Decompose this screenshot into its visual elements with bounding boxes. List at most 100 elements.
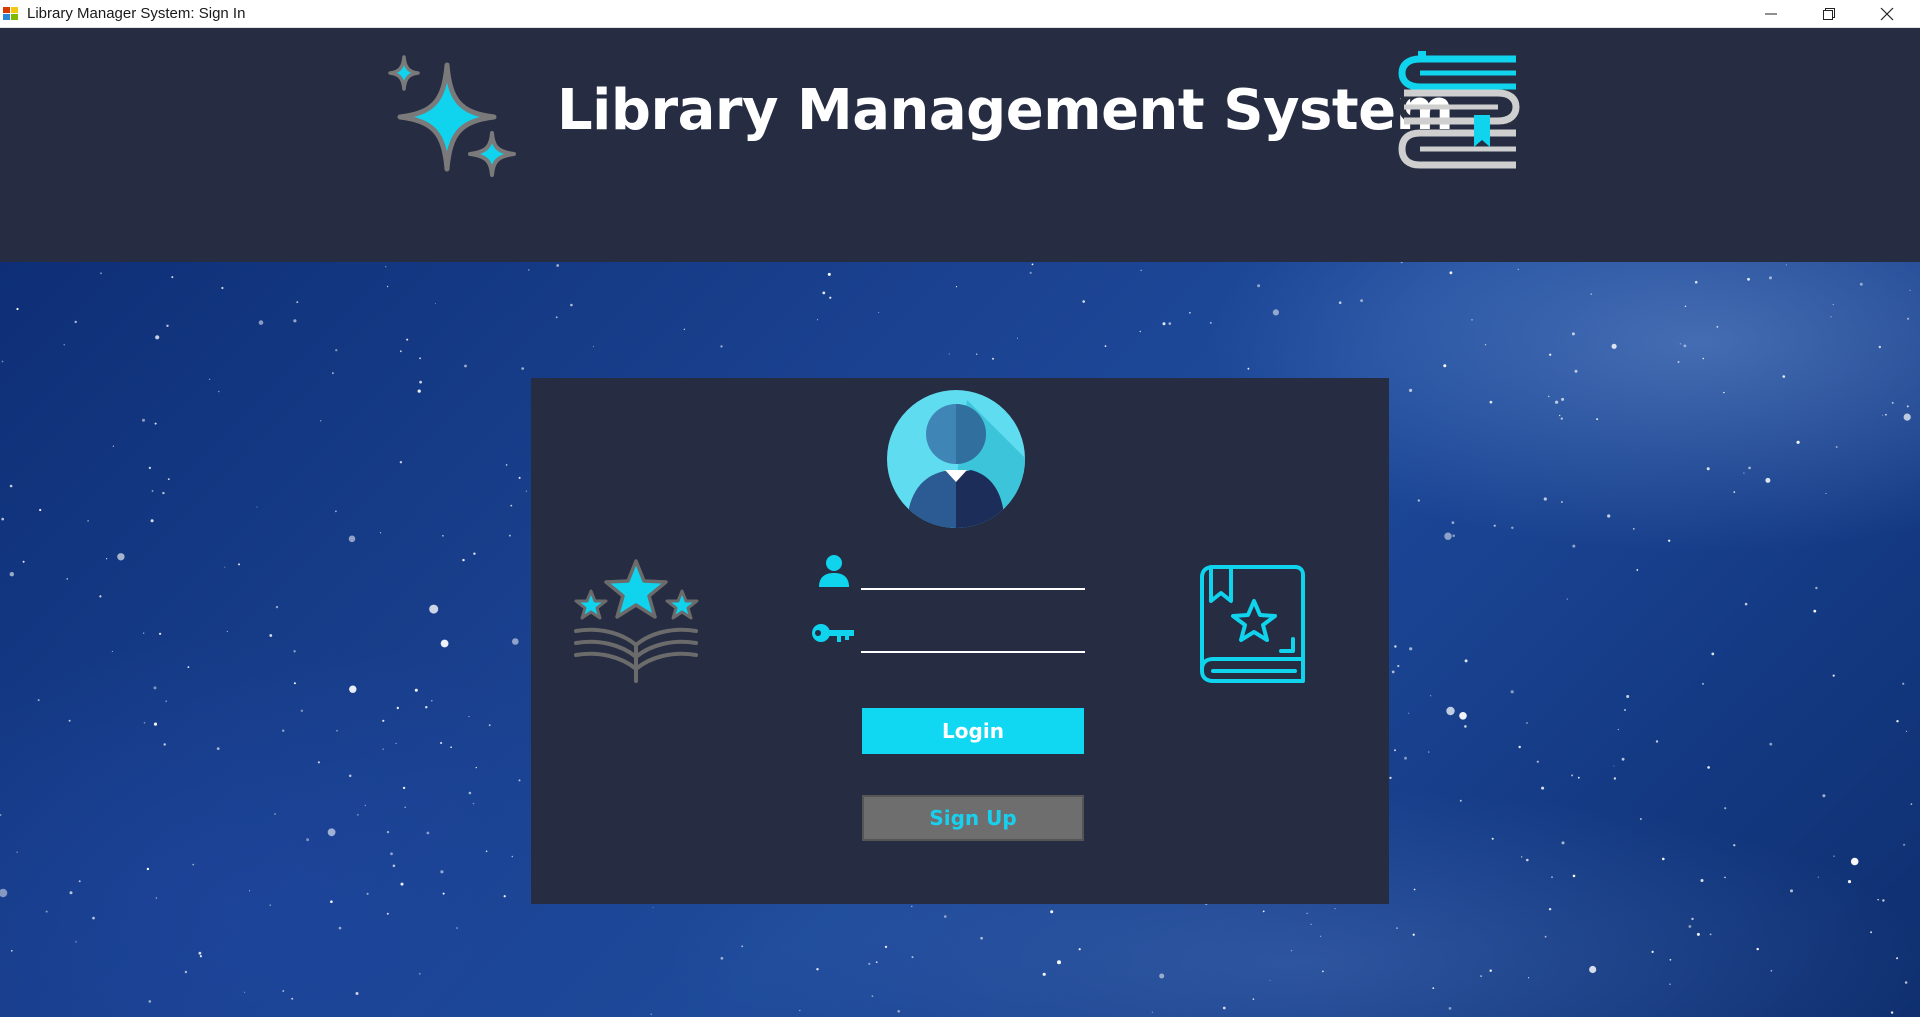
star: [1747, 277, 1750, 281]
star: [1733, 491, 1736, 493]
key-icon: [812, 624, 854, 642]
star: [827, 272, 831, 276]
star: [1870, 931, 1873, 934]
star: [256, 506, 258, 508]
username-field[interactable]: [861, 560, 1085, 590]
star: [155, 335, 160, 340]
star: [1449, 271, 1453, 275]
star: [525, 490, 528, 492]
star: [1391, 670, 1395, 674]
star: [192, 863, 195, 866]
star: [1825, 493, 1827, 494]
close-icon: [1880, 7, 1894, 21]
star: [1877, 899, 1879, 901]
star: [1566, 598, 1569, 600]
star: [1677, 361, 1680, 363]
star: [1247, 367, 1250, 370]
star: [440, 870, 444, 874]
star: [1528, 977, 1530, 979]
star: [1878, 345, 1882, 349]
star: [400, 882, 404, 886]
star: [1560, 501, 1563, 503]
star: [1257, 284, 1261, 288]
star: [1571, 774, 1574, 777]
star: [1709, 933, 1712, 936]
star: [1896, 720, 1899, 723]
star: [148, 466, 152, 470]
star: [166, 324, 169, 327]
star: [1057, 960, 1061, 965]
star: [146, 867, 150, 871]
star: [16, 307, 19, 311]
star: [1611, 343, 1617, 349]
star: [1903, 843, 1906, 846]
star: [1444, 532, 1452, 540]
minimize-button[interactable]: [1742, 0, 1800, 28]
star: [1459, 712, 1467, 720]
app-title: Library Management System: [557, 78, 1454, 143]
star: [1016, 337, 1018, 339]
star: [349, 685, 357, 693]
star: [1189, 311, 1191, 314]
star: [1078, 948, 1081, 951]
restore-button[interactable]: [1800, 0, 1858, 28]
star: [1104, 345, 1107, 347]
favorite-book-icon: [1200, 565, 1305, 683]
star: [1711, 652, 1715, 656]
star: [911, 905, 913, 908]
star: [1480, 975, 1483, 978]
star: [1891, 401, 1894, 404]
star: [418, 972, 421, 975]
star: [1688, 925, 1692, 928]
star: [155, 897, 158, 899]
star: [1394, 749, 1396, 752]
password-field[interactable]: [861, 623, 1085, 653]
star: [1429, 695, 1432, 697]
star: [1551, 876, 1553, 878]
star: [143, 722, 146, 724]
star: [1549, 353, 1552, 356]
star: [1694, 280, 1698, 284]
star: [434, 303, 436, 304]
star: [1510, 690, 1514, 694]
star: [944, 915, 947, 918]
star: [1785, 264, 1787, 266]
star: [1222, 1006, 1226, 1010]
star: [216, 747, 220, 750]
star: [396, 706, 399, 710]
star: [355, 992, 359, 995]
star: [431, 700, 433, 702]
star: [1662, 857, 1665, 861]
star: [154, 422, 157, 425]
star: [1168, 322, 1172, 325]
star: [1596, 418, 1599, 421]
star: [68, 719, 71, 722]
star: [1683, 344, 1687, 348]
star: [1679, 343, 1681, 345]
star: [275, 605, 279, 609]
star: [1394, 645, 1397, 648]
star: [1543, 497, 1547, 501]
login-button[interactable]: Login: [862, 708, 1084, 754]
star: [1042, 972, 1046, 976]
star: [1607, 514, 1611, 518]
star: [335, 349, 338, 352]
star: [45, 910, 48, 913]
star: [92, 916, 95, 920]
star: [1451, 521, 1455, 524]
star: [555, 316, 558, 319]
star: [1526, 858, 1529, 862]
star: [1706, 467, 1710, 471]
close-button[interactable]: [1858, 0, 1916, 28]
star: [1571, 332, 1575, 336]
star: [9, 572, 14, 577]
star: [440, 639, 449, 648]
star: [291, 997, 294, 1000]
star: [1082, 300, 1085, 303]
star: [142, 418, 145, 422]
star: [1770, 970, 1773, 972]
star: [269, 634, 273, 637]
star: [1815, 586, 1818, 590]
sign-up-button[interactable]: Sign Up: [862, 795, 1084, 841]
star: [348, 774, 352, 778]
